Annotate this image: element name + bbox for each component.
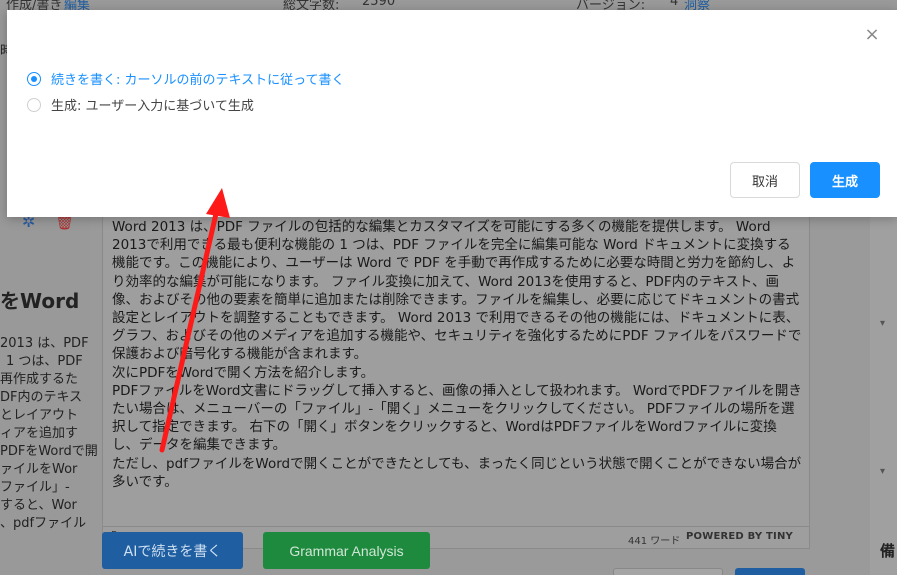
option-label: 生成: ユーザー入力に基づいて生成 bbox=[51, 99, 254, 114]
generate-button[interactable]: 生成 bbox=[810, 162, 880, 198]
radio-checked-icon[interactable] bbox=[27, 71, 41, 86]
radio-unchecked-icon[interactable] bbox=[27, 97, 41, 112]
left-edge-text: 1 つは、PDF bbox=[6, 354, 83, 369]
close-icon[interactable]: × bbox=[864, 26, 880, 44]
cancel-button[interactable]: 取消 bbox=[730, 162, 800, 198]
left-edge-text: ファイル」- bbox=[0, 480, 70, 495]
editor-paragraph: PDFファイルをWord文書にドラッグして挿入すると、画像の挿入として扱われます… bbox=[112, 382, 802, 454]
left-edge-text: PDFをWordで開 bbox=[0, 444, 98, 459]
chevron-down-icon[interactable]: ▾ bbox=[880, 466, 885, 477]
editor-paragraph: ただし、pdfファイルをWordで開くことができたとしても、まったく同じという状… bbox=[112, 455, 802, 490]
left-edge-text: ィアを追加す bbox=[0, 426, 79, 441]
background-bottom-button[interactable] bbox=[613, 568, 723, 575]
option-generate[interactable]: 生成: ユーザー入力に基づいて生成 bbox=[27, 95, 254, 114]
background-bottom-primary-button[interactable] bbox=[735, 568, 805, 575]
grammar-analysis-button[interactable]: Grammar Analysis bbox=[263, 532, 430, 569]
rich-text-editor[interactable]: Word 2013 は、PDF ファイルの包括的な編集とカスタマイズを可能にする… bbox=[102, 211, 810, 549]
word-count-value: 2590 bbox=[362, 0, 396, 9]
chevron-down-icon[interactable]: ▾ bbox=[880, 318, 885, 329]
left-edge-text: 2013 は、PDF bbox=[0, 336, 89, 351]
left-edge-text: DF内のテキス bbox=[0, 390, 83, 405]
option-continue-writing[interactable]: 続きを書く: カーソルの前のテキストに従って書く bbox=[27, 69, 344, 88]
powered-by-link[interactable]: POWERED BY TINY bbox=[686, 531, 793, 542]
left-edge-text: 再作成するた bbox=[0, 372, 79, 387]
editor-content[interactable]: Word 2013 は、PDF ファイルの包括的な編集とカスタマイズを可能にする… bbox=[112, 218, 802, 491]
background-right-column bbox=[870, 210, 897, 575]
right-edge-label: 備 bbox=[880, 542, 896, 560]
editor-paragraph: 次にPDFをWordで開く方法を紹介します。 bbox=[112, 364, 375, 381]
left-edge-heading: をWord bbox=[0, 289, 80, 313]
ai-continue-button[interactable]: AIで続きを書く bbox=[102, 532, 243, 569]
left-edge-text: すると、Wor bbox=[0, 498, 77, 513]
left-edge-text: 、pdfファイル bbox=[0, 516, 87, 531]
left-edge-text: とレイアウト bbox=[0, 408, 79, 423]
word-count: 441 ワード bbox=[628, 536, 681, 547]
option-label: 続きを書く: カーソルの前のテキストに従って書く bbox=[51, 73, 345, 88]
generate-mode-dialog: × 続きを書く: カーソルの前のテキストに従って書く 生成: ユーザー入力に基づ… bbox=[7, 10, 897, 217]
version-value: 4 bbox=[670, 0, 679, 9]
editor-paragraph: Word 2013 は、PDF ファイルの包括的な編集とカスタマイズを可能にする… bbox=[112, 219, 802, 363]
left-edge-text: ァイルをWor bbox=[0, 462, 78, 477]
